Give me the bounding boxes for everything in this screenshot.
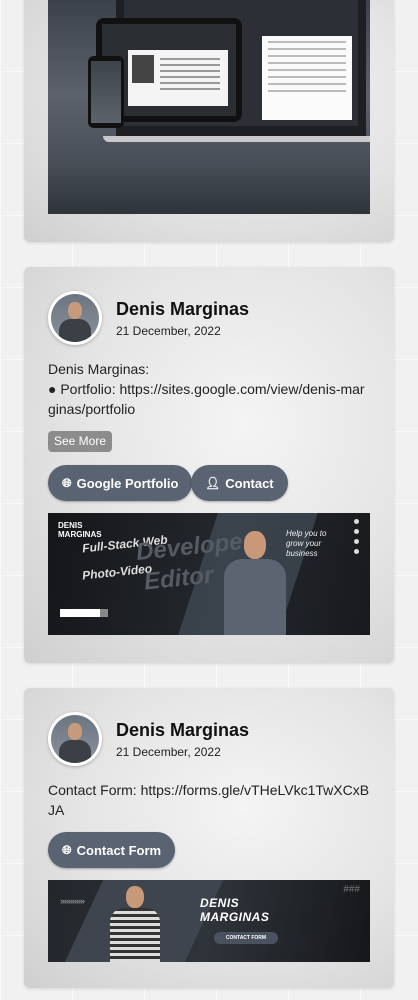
contact-form-banner-image: »»»»»» DENIS MARGINAS CONTACT FORM ### — [48, 880, 370, 962]
contact-label: Contact — [225, 475, 274, 491]
portfolio-link-text[interactable]: ● Portfolio: https://sites.google.com/vi… — [48, 379, 372, 419]
phone-mockup — [88, 56, 124, 128]
device-mockup-image — [48, 0, 370, 214]
banner-cta-arrow — [100, 609, 108, 617]
banner-script: Help you to grow your business — [286, 529, 327, 558]
avatar[interactable] — [48, 712, 102, 766]
banner-cta — [60, 609, 100, 617]
post-text: Denis Marginas: ● Portfolio: https://sit… — [48, 359, 372, 419]
globe-icon: 🌐︎ — [62, 843, 72, 857]
banner-line3: Photo-Video — [81, 561, 153, 583]
banner-arrows: »»»»»» — [60, 896, 85, 906]
google-portfolio-label: Google Portfolio — [76, 475, 179, 491]
person-icon: 👤︎ — [205, 476, 221, 490]
post-date: 21 December, 2022 — [116, 324, 221, 338]
post-card-2: Denis Marginas 21 December, 2022 Denis M… — [24, 267, 394, 663]
post-text-line: Denis Marginas: — [48, 361, 150, 377]
contact-button[interactable]: 👤︎ Contact — [191, 465, 288, 501]
banner-person — [224, 531, 286, 635]
social-dots — [354, 519, 360, 559]
developer-banner-image: DENIS MARGINAS Full-Stack Web Developer … — [48, 513, 370, 635]
banner-brand: DENIS MARGINAS — [58, 521, 102, 539]
contact-form-button[interactable]: 🌐︎ Contact Form — [48, 832, 176, 868]
globe-icon: 🌐︎ — [62, 476, 72, 490]
see-more-button[interactable]: See More — [48, 431, 113, 452]
avatar[interactable] — [48, 291, 102, 345]
banner-person — [110, 886, 160, 962]
banner-pill: CONTACT FORM — [214, 932, 278, 944]
author-name[interactable]: Denis Marginas — [116, 720, 249, 741]
post-date: 21 December, 2022 — [116, 745, 221, 759]
contact-form-label: Contact Form — [76, 842, 162, 858]
author-name[interactable]: Denis Marginas — [116, 299, 249, 320]
contact-form-link-text[interactable]: Contact Form: https://forms.gle/vTHeLVkc… — [48, 780, 372, 820]
banner-hash: ### — [343, 884, 360, 895]
post-card-3: Denis Marginas 21 December, 2022 Contact… — [24, 688, 394, 988]
banner-title: DENIS MARGINAS — [200, 896, 270, 924]
post-card-1 — [24, 0, 394, 242]
google-portfolio-button[interactable]: 🌐︎ Google Portfolio — [48, 465, 193, 501]
laptop-base — [103, 136, 370, 142]
